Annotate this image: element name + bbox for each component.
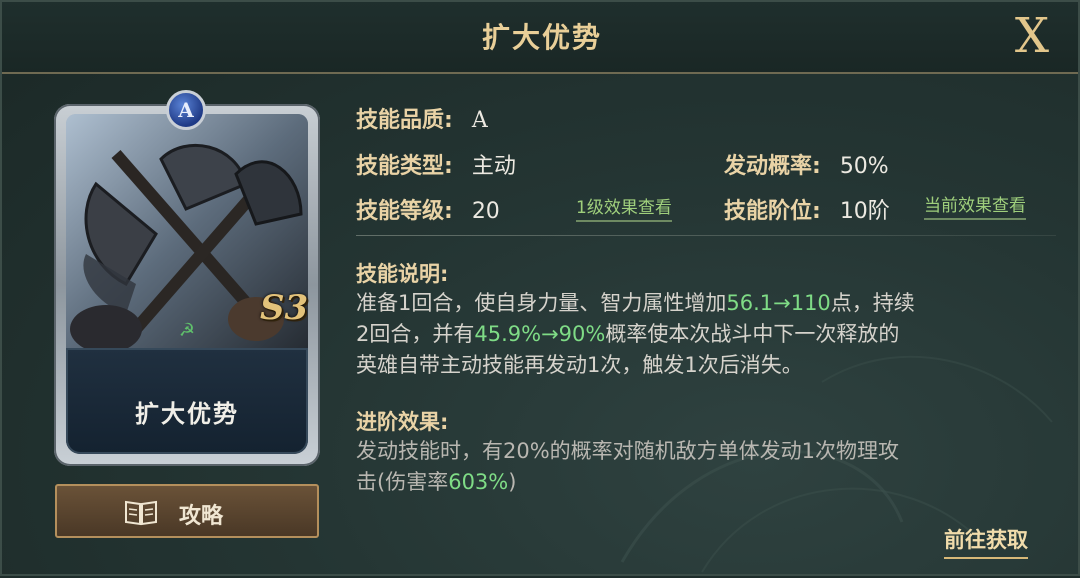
trigger-rate-row: 发动概率: 50% (724, 148, 889, 180)
advanced-effect-title: 进阶效果: (356, 410, 449, 434)
level1-effect-link[interactable]: 1级效果查看 (576, 193, 672, 222)
trigger-rate-value: 50% (839, 154, 889, 179)
grade-badge: A (166, 90, 206, 130)
advanced-line-1: 发动技能时，有20%的概率对随机敌方单体发动1次物理攻 (356, 439, 900, 463)
page-title: 扩大优势 (481, 21, 602, 54)
description-text: 准备1回合，使自身力量、智力属性增加 (356, 291, 727, 315)
damage-rate-value: 603% (448, 470, 509, 494)
level-label: 技能等级: (356, 199, 453, 224)
rank-value: 10阶 (839, 199, 890, 224)
level-row: 技能等级: 20 (356, 193, 500, 225)
type-value: 主动 (471, 154, 516, 179)
close-button[interactable]: X (1006, 10, 1058, 62)
description-text: 概率使本次战斗中下一次释放的 (605, 322, 900, 346)
probability-value: 45.9%→90% (474, 322, 606, 346)
current-effect-link[interactable]: 当前效果查看 (924, 191, 1026, 220)
attribute-increase-value: 56.1→110 (726, 291, 831, 315)
advanced-text: ) (508, 470, 517, 494)
rank-row: 技能阶位: 10阶 (724, 193, 890, 225)
skill-description-title: 技能说明: (356, 262, 449, 286)
faction-icon: ☭ (178, 320, 196, 341)
advanced-text: 击(伤害率 (356, 470, 449, 494)
section-divider (356, 235, 1056, 236)
rank-label: 技能阶位: (724, 199, 821, 224)
type-row: 技能类型: 主动 (356, 148, 516, 180)
season-badge: S3 (260, 288, 309, 328)
trigger-rate-label: 发动概率: (724, 154, 821, 179)
quality-value: A (471, 108, 488, 133)
skill-card: A S3 ☭ 扩大优势 (54, 90, 320, 466)
book-icon (125, 500, 157, 526)
type-label: 技能类型: (356, 154, 453, 179)
description-text: 2回合，并有 (356, 322, 475, 346)
go-obtain-link[interactable]: 前往获取 (944, 524, 1028, 559)
advanced-effect-text: 发动技能时，有20%的概率对随机敌方单体发动1次物理攻 击(伤害率603%) (356, 436, 1036, 498)
description-line-2: 2回合，并有45.9%→90%概率使本次战斗中下一次释放的 (356, 319, 1036, 350)
quality-label: 技能品质: (356, 108, 453, 133)
description-text: 点，持续 (830, 291, 915, 315)
guide-button[interactable]: 攻略 (55, 484, 319, 538)
card-name: 扩大优势 (135, 400, 239, 428)
description-line-3: 英雄自带主动技能再发动1次，触发1次后消失。 (356, 353, 803, 377)
skill-description-text: 准备1回合，使自身力量、智力属性增加56.1→110点，持续 2回合，并有45.… (356, 288, 1036, 381)
quality-row: 技能品质: A (356, 102, 488, 134)
skill-detail-panel: 扩大优势 X A S3 ☭ 扩大优势 攻略 技能品质: A 技能类型: 主动 发… (0, 0, 1080, 576)
level-value: 20 (471, 199, 500, 224)
description-line-1: 准备1回合，使自身力量、智力属性增加56.1→110点，持续 (356, 288, 1036, 319)
advanced-line-2: 击(伤害率603%) (356, 467, 1036, 498)
guide-button-label: 攻略 (179, 504, 224, 529)
card-name-plate: 扩大优势 (66, 348, 308, 454)
header-bar: 扩大优势 X (2, 2, 1078, 74)
